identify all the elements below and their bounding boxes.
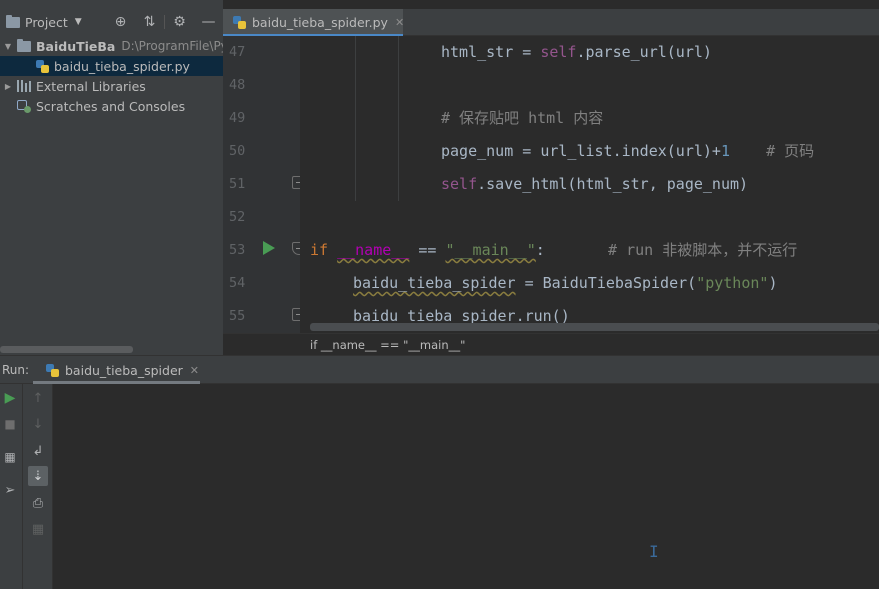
project-path: D:\ProgramFile\PycharmProjects xyxy=(121,39,223,53)
code-token: __name__ xyxy=(337,241,410,259)
folder-icon xyxy=(17,38,31,52)
code-token: = BaiduTiebaSpider( xyxy=(515,274,697,292)
code-token: self xyxy=(441,175,478,193)
code-line-50: page_num = url_list.index(url)+1 # 页码 xyxy=(441,135,814,168)
chevron-down-icon[interactable]: ▼ xyxy=(2,42,14,51)
close-icon[interactable]: ✕ xyxy=(190,364,199,377)
code-token: if xyxy=(310,241,338,259)
line-number: 48 xyxy=(229,77,246,93)
line-number: 55 xyxy=(229,308,246,324)
editor-tab-bar: baidu_tieba_spider.py ✕ xyxy=(223,9,879,37)
fold-collapse-icon[interactable] xyxy=(292,176,300,189)
code-line-54: baidu_tieba_spider = BaiduTiebaSpider("p… xyxy=(353,267,777,300)
libraries-icon xyxy=(17,80,31,92)
code-token: "python" xyxy=(696,274,769,292)
code-line-51: self.save_html(html_str, page_num) xyxy=(441,168,748,201)
tree-item-label: Scratches and Consoles xyxy=(36,98,186,114)
trash-icon[interactable]: ▦ xyxy=(28,519,48,539)
code-token: : xyxy=(535,241,545,259)
tab-run-baidu-tieba-spider[interactable]: baidu_tieba_spider ✕ xyxy=(33,356,200,384)
project-view-selector[interactable]: Project ▼ xyxy=(0,9,82,35)
tree-item-label: External Libraries xyxy=(36,78,146,94)
run-toolbar-secondary: ↑ ↓ ↲ ⇣ ⎙ ▦ xyxy=(23,384,53,589)
project-folder-icon xyxy=(6,14,20,28)
soft-wrap-icon[interactable]: ↲ xyxy=(28,441,48,461)
scroll-up-icon[interactable]: ↑ xyxy=(28,388,48,408)
rerun-icon[interactable]: ▶ xyxy=(0,388,20,408)
line-number: 47 xyxy=(229,44,246,60)
minimize-icon[interactable]: — xyxy=(194,9,223,35)
print-icon[interactable]: ⎙ xyxy=(28,493,48,513)
line-number: 52 xyxy=(229,209,246,225)
code-token: self xyxy=(540,43,577,61)
run-console-output[interactable]: I xyxy=(54,384,879,589)
code-token: baidu_tieba_spider xyxy=(353,274,516,292)
horizontal-scrollbar[interactable] xyxy=(0,346,133,353)
tab-label: baidu_tieba_spider xyxy=(65,362,183,378)
fold-collapse-icon[interactable] xyxy=(292,308,300,321)
layout-icon[interactable]: ▦ xyxy=(0,447,20,467)
tree-item-label: BaiduTieBa xyxy=(36,38,116,54)
run-panel-header: Run: baidu_tieba_spider ✕ xyxy=(0,355,879,384)
code-token: # run 非被脚本，并不运行 xyxy=(544,241,798,259)
line-number: 49 xyxy=(229,110,246,126)
run-gutter-icon[interactable] xyxy=(263,241,275,255)
python-file-icon xyxy=(36,59,49,73)
editor-gutter[interactable]: 47 48 49 50 51 52 53 54 55 xyxy=(223,36,300,333)
scratches-icon xyxy=(17,99,31,113)
collapse-all-icon[interactable]: ⇅ xyxy=(135,9,164,35)
gear-icon[interactable]: ⚙ xyxy=(165,9,194,35)
line-number: 53 xyxy=(229,242,246,258)
code-token: ) xyxy=(768,274,778,292)
code-token: # 页码 xyxy=(730,142,815,160)
line-number: 51 xyxy=(229,176,246,192)
python-icon xyxy=(46,363,59,377)
code-token: .parse_url(url) xyxy=(576,43,712,61)
line-number: 50 xyxy=(229,143,246,159)
project-tree: ▼ BaiduTieBa D:\ProgramFile\PycharmProje… xyxy=(0,36,223,116)
horizontal-scrollbar[interactable] xyxy=(310,323,879,331)
close-icon[interactable]: ✕ xyxy=(395,16,404,29)
project-panel-title: Project xyxy=(25,14,68,30)
fold-expand-icon[interactable] xyxy=(292,242,300,255)
tab-label: baidu_tieba_spider.py xyxy=(252,15,388,30)
code-token: html_str = xyxy=(441,43,541,61)
tree-item-label: baidu_tieba_spider.py xyxy=(54,58,190,74)
project-panel: Project ▼ ⊕ ⇅ ⚙ — ▼ BaiduTieBa D:\Progra… xyxy=(0,0,223,355)
project-panel-tools: ⊕ ⇅ ⚙ — xyxy=(106,9,223,35)
breadcrumb[interactable]: if __name__ == "__main__" xyxy=(223,333,879,355)
tab-baidu-tieba-spider-py[interactable]: baidu_tieba_spider.py ✕ xyxy=(223,9,404,37)
indent-guide xyxy=(355,36,356,201)
python-file-icon xyxy=(233,16,246,29)
project-panel-header: Project ▼ ⊕ ⇅ ⚙ — xyxy=(0,9,223,35)
text-cursor-icon: I xyxy=(649,542,659,561)
tree-item-scratches-and-consoles[interactable]: Scratches and Consoles xyxy=(0,96,223,116)
run-toolbar-primary: ▶ ■ ▦ ➢ xyxy=(0,384,23,589)
code-token: "__main__" xyxy=(445,241,536,259)
chevron-down-icon: ▼ xyxy=(74,17,82,27)
run-panel-label: Run: xyxy=(2,363,30,377)
breadcrumb-item[interactable]: if __name__ == "__main__" xyxy=(310,338,465,352)
tree-item-baidu-tieba-spider-py[interactable]: baidu_tieba_spider.py xyxy=(0,56,223,76)
chevron-right-icon[interactable]: ▶ xyxy=(2,82,14,91)
code-token: == xyxy=(409,241,446,259)
stop-icon[interactable]: ■ xyxy=(0,414,20,434)
code-line-49: # 保存贴吧 html 内容 xyxy=(441,109,604,127)
code-editor[interactable]: html_str = self.parse_url(url) # 保存贴吧 ht… xyxy=(300,36,879,333)
tree-item-external-libraries[interactable]: ▶ External Libraries xyxy=(0,76,223,96)
scroll-to-end-icon[interactable]: ⇣ xyxy=(28,466,48,486)
code-line-53: if __name__ == "__main__": # run 非被脚本，并不… xyxy=(310,234,797,267)
pin-icon[interactable]: ➢ xyxy=(0,480,20,500)
code-token: 1 xyxy=(720,142,730,160)
tree-item-baidutieba[interactable]: ▼ BaiduTieBa D:\ProgramFile\PycharmProje… xyxy=(0,36,223,56)
code-token: .save_html(html_str, page_num) xyxy=(477,175,749,193)
code-line-47: html_str = self.parse_url(url) xyxy=(441,36,712,69)
scroll-down-icon[interactable]: ↓ xyxy=(28,414,48,434)
locate-icon[interactable]: ⊕ xyxy=(106,9,135,35)
indent-guide xyxy=(398,36,399,201)
code-token: page_num = url_list.index(url)+ xyxy=(441,142,721,160)
line-number: 54 xyxy=(229,275,246,291)
